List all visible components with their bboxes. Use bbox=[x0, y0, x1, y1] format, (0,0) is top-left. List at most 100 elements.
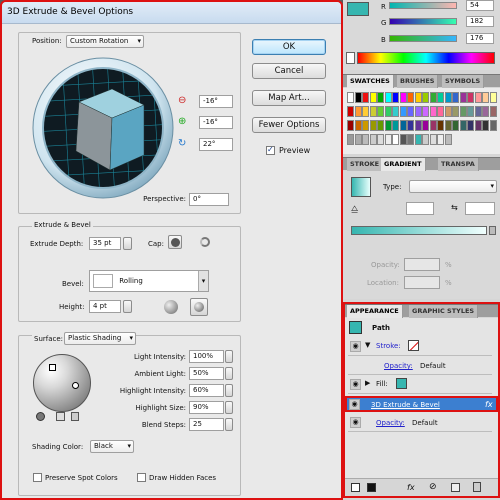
swatch[interactable] bbox=[429, 106, 437, 117]
swatch[interactable] bbox=[392, 134, 399, 145]
highlight-intensity-stepper[interactable] bbox=[225, 384, 233, 397]
swatch[interactable] bbox=[384, 120, 392, 131]
swatch[interactable] bbox=[369, 134, 377, 145]
gradient-aspect-field[interactable] bbox=[465, 202, 495, 215]
swatch[interactable] bbox=[482, 106, 489, 117]
duplicate-item-icon[interactable] bbox=[451, 483, 460, 492]
swatch[interactable] bbox=[459, 92, 467, 103]
disclosure-down-icon[interactable]: ▼ bbox=[365, 341, 370, 349]
swatch[interactable] bbox=[347, 120, 354, 131]
title-bar[interactable]: 3D Extrude & Bevel Options bbox=[2, 2, 341, 24]
none-color-icon[interactable] bbox=[346, 52, 355, 64]
swatch[interactable] bbox=[474, 92, 482, 103]
swatch[interactable] bbox=[437, 106, 444, 117]
preview-checkbox[interactable] bbox=[266, 145, 275, 155]
swatch[interactable] bbox=[474, 106, 482, 117]
fewer-options-button[interactable]: Fewer Options bbox=[252, 117, 326, 133]
light-handle-1[interactable] bbox=[49, 364, 56, 371]
swatch[interactable] bbox=[369, 120, 377, 131]
gradient-slider[interactable] bbox=[351, 226, 487, 235]
cap-off-icon[interactable] bbox=[200, 237, 210, 247]
swatch[interactable] bbox=[422, 106, 429, 117]
tab-stroke[interactable]: STROKE bbox=[347, 158, 384, 171]
swatch[interactable] bbox=[377, 134, 384, 145]
blend-steps-field[interactable]: 25 bbox=[189, 418, 224, 431]
extrude-depth-field[interactable]: 35 pt bbox=[89, 237, 121, 250]
light-handle-2[interactable] bbox=[72, 382, 79, 389]
z-rotation-field[interactable]: 22° bbox=[199, 138, 233, 151]
swatch[interactable] bbox=[407, 134, 414, 145]
g-field[interactable]: 182 bbox=[466, 16, 494, 27]
swatch[interactable] bbox=[437, 120, 444, 131]
shading-color-dropdown[interactable]: Black ▾ bbox=[90, 440, 134, 453]
swatch[interactable] bbox=[414, 134, 422, 145]
swatch[interactable] bbox=[414, 106, 422, 117]
swatch[interactable] bbox=[407, 92, 414, 103]
no-stroke-swatch-icon[interactable] bbox=[408, 340, 419, 351]
swatch[interactable] bbox=[362, 134, 369, 145]
r-slider[interactable] bbox=[389, 2, 457, 9]
swatch[interactable] bbox=[399, 106, 407, 117]
swatch[interactable] bbox=[482, 120, 489, 131]
cancel-button[interactable]: Cancel bbox=[252, 63, 326, 79]
swatch[interactable] bbox=[452, 92, 459, 103]
position-dropdown[interactable]: Custom Rotation ▾ bbox=[66, 35, 144, 48]
tab-appearance[interactable]: APPEARANCE bbox=[347, 305, 403, 318]
b-slider[interactable] bbox=[389, 35, 457, 42]
stroke-opacity-row[interactable]: Opacity: Default bbox=[348, 357, 492, 375]
object-opacity-row[interactable]: ◉ Opacity: Default bbox=[348, 414, 492, 432]
swatch[interactable] bbox=[437, 134, 444, 145]
tab-swatches[interactable]: SWATCHES bbox=[347, 75, 394, 88]
swatch[interactable] bbox=[489, 106, 497, 117]
gradient-angle-field[interactable] bbox=[406, 202, 434, 215]
new-light-icon[interactable] bbox=[56, 412, 65, 421]
swatch[interactable] bbox=[459, 120, 467, 131]
swatch[interactable] bbox=[444, 92, 452, 103]
swatch[interactable] bbox=[362, 106, 369, 117]
height-field[interactable]: 4 pt bbox=[89, 300, 121, 313]
swatch[interactable] bbox=[467, 106, 474, 117]
perspective-field[interactable]: 0° bbox=[189, 193, 229, 206]
swatch[interactable] bbox=[429, 120, 437, 131]
swatch[interactable] bbox=[437, 92, 444, 103]
eye-icon[interactable]: ◉ bbox=[350, 417, 361, 428]
reverse-gradient-icon[interactable]: ⇆ bbox=[451, 203, 458, 212]
preserve-spot-colors-checkbox[interactable] bbox=[33, 473, 42, 482]
lighting-sphere[interactable] bbox=[33, 354, 91, 412]
swatch[interactable] bbox=[444, 134, 452, 145]
swatch[interactable] bbox=[347, 92, 354, 103]
stroke-row[interactable]: ◉ ▼ Stroke: bbox=[348, 338, 492, 356]
highlight-size-field[interactable]: 90% bbox=[189, 401, 224, 414]
swatch[interactable] bbox=[429, 92, 437, 103]
swatch[interactable] bbox=[354, 92, 362, 103]
swatch[interactable] bbox=[459, 106, 467, 117]
gradient-thumbnail[interactable] bbox=[351, 177, 371, 197]
swatch[interactable] bbox=[444, 106, 452, 117]
eye-icon[interactable]: ◉ bbox=[350, 379, 361, 390]
swatch[interactable] bbox=[407, 120, 414, 131]
ambient-light-stepper[interactable] bbox=[225, 367, 233, 380]
eye-icon[interactable]: ◉ bbox=[350, 341, 361, 352]
swatch[interactable] bbox=[354, 120, 362, 131]
g-slider[interactable] bbox=[389, 18, 457, 25]
disclosure-right-icon[interactable]: ▶ bbox=[365, 379, 370, 387]
move-light-back-icon[interactable] bbox=[36, 412, 45, 421]
swatch[interactable] bbox=[347, 134, 354, 145]
bevel-extent-out-icon[interactable] bbox=[164, 300, 178, 314]
swatch[interactable] bbox=[399, 120, 407, 131]
location-field[interactable] bbox=[404, 276, 440, 289]
tab-brushes[interactable]: BRUSHES bbox=[397, 75, 439, 88]
swatch[interactable] bbox=[422, 134, 429, 145]
color-spectrum-bar[interactable] bbox=[357, 52, 495, 64]
clear-appearance-icon[interactable]: ⊘ bbox=[429, 482, 437, 492]
swatch[interactable] bbox=[414, 92, 422, 103]
swatch[interactable] bbox=[377, 92, 384, 103]
swatch[interactable] bbox=[354, 134, 362, 145]
bevel-dropdown[interactable]: Rolling ▾ bbox=[89, 270, 209, 292]
fill-stroke-swatch[interactable] bbox=[347, 2, 369, 16]
swatch[interactable] bbox=[482, 92, 489, 103]
swatch[interactable] bbox=[399, 92, 407, 103]
swatch[interactable] bbox=[377, 120, 384, 131]
swatch[interactable] bbox=[489, 120, 497, 131]
blend-steps-stepper[interactable] bbox=[225, 418, 233, 431]
